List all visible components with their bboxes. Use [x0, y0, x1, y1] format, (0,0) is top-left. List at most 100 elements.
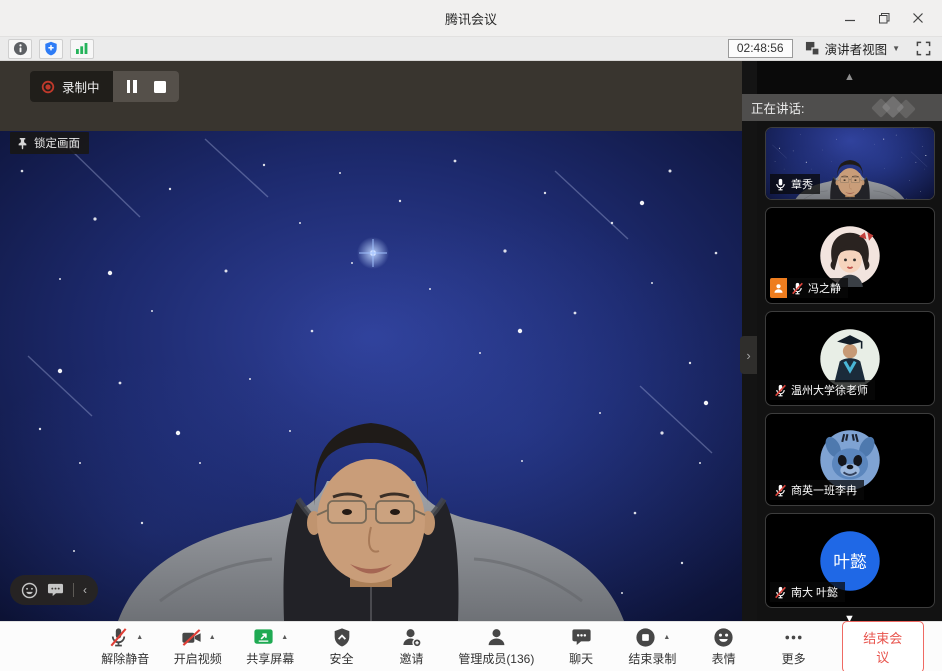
window-title: 腾讯会议: [0, 9, 942, 28]
recording-label: 录制中: [62, 77, 100, 96]
info-icon: [13, 41, 28, 56]
recording-status: 录制中: [30, 71, 113, 102]
pin-label-text: 锁定画面: [34, 135, 80, 151]
record-options-caret[interactable]: ▲: [663, 634, 670, 641]
topbar-left-icons: [8, 39, 94, 59]
pause-recording-button[interactable]: [121, 76, 143, 98]
invite-person-icon: [400, 626, 423, 649]
view-mode-label: 演讲者视图: [825, 39, 888, 58]
mic-muted-icon: [107, 626, 130, 649]
participant-label-row: 章秀: [770, 174, 820, 194]
manage-members-button[interactable]: 管理成员(136): [460, 626, 534, 667]
meeting-logo-watermark: [872, 98, 916, 118]
window-controls: [836, 6, 942, 30]
caption-chat-icon[interactable]: [47, 582, 64, 598]
raised-hand-badge-icon: [770, 278, 787, 298]
security-status-button[interactable]: [39, 39, 63, 59]
minimize-button[interactable]: [836, 6, 864, 30]
close-button[interactable]: [904, 6, 932, 30]
unmute-button[interactable]: ▲ 解除静音: [102, 626, 149, 667]
speaking-now-label: 正在讲话:: [751, 98, 804, 117]
security-shield-icon: [331, 626, 353, 649]
speaking-now-bar: 正在讲话:: [742, 94, 942, 121]
pause-icon: [127, 80, 137, 93]
meeting-timer: 02:48:56: [728, 39, 793, 58]
participant-label-row: 温州大学徐老师: [770, 380, 875, 400]
more-button[interactable]: 更多: [772, 626, 816, 667]
meeting-content: 录制中 锁定画面: [0, 61, 942, 621]
security-button[interactable]: 安全: [320, 626, 364, 667]
avatar-initials-text: 叶懿: [833, 552, 867, 571]
meeting-topbar: 02:48:56 演讲者视图 ▼: [0, 37, 942, 61]
caret-down-icon: ▼: [892, 44, 900, 53]
participant-label-row: 冯之静: [770, 278, 848, 298]
stop-recording-button[interactable]: [149, 76, 171, 98]
video-options-caret[interactable]: ▲: [209, 634, 216, 641]
view-mode-selector[interactable]: 演讲者视图 ▼: [805, 39, 900, 58]
video-overlay-controls: ‹: [10, 575, 98, 605]
fullscreen-icon: [916, 41, 931, 56]
mic-muted-icon: [791, 282, 804, 295]
mic-on-icon: [774, 178, 787, 191]
collapse-overlay-chevron[interactable]: ‹: [83, 584, 87, 596]
titlebar: 腾讯会议: [0, 0, 942, 37]
chat-bubble-icon: [570, 626, 593, 649]
mic-muted-icon: [774, 586, 787, 599]
speaker-view-icon: [805, 41, 820, 56]
record-dot-icon: [41, 80, 55, 94]
participant-tile-yeyi[interactable]: 叶懿 南大 叶懿: [765, 513, 935, 608]
participant-tile-teacher-xu[interactable]: 温州大学徐老师: [765, 311, 935, 406]
sidebar-collapse-handle[interactable]: ›: [740, 336, 757, 374]
participant-label-row: 商英一班李冉: [770, 480, 864, 500]
stop-icon: [154, 81, 166, 93]
share-screen-button[interactable]: ▲ 共享屏幕: [247, 626, 294, 667]
recording-controls: [113, 71, 179, 102]
mic-muted-icon: [774, 384, 787, 397]
end-meeting-button[interactable]: 结束会议: [842, 621, 924, 671]
shield-plus-icon: [44, 41, 58, 56]
recording-indicator: 录制中: [30, 71, 179, 102]
start-video-button[interactable]: ▲ 开启视频: [175, 626, 222, 667]
overlay-divider: [73, 583, 74, 597]
network-signal-button[interactable]: [70, 39, 94, 59]
tencent-meeting-window: 腾讯会议: [0, 0, 942, 671]
members-icon: [485, 626, 508, 649]
participant-label-row: 南大 叶懿: [770, 582, 845, 602]
stop-record-icon: [634, 626, 657, 649]
chat-button[interactable]: 聊天: [559, 626, 603, 667]
close-icon: [912, 12, 924, 24]
emoji-button[interactable]: 表情: [702, 626, 746, 667]
participants-sidebar: ▲ 正在讲话: 章秀: [757, 61, 942, 621]
emoji-face-icon: [712, 626, 735, 649]
main-stage: 录制中 锁定画面: [0, 61, 757, 621]
pin-icon: [17, 137, 28, 150]
end-recording-button[interactable]: ▲ 结束录制: [629, 626, 676, 667]
participant-tile-liran[interactable]: 商英一班李冉: [765, 413, 935, 506]
participant-name: 章秀: [791, 176, 813, 192]
participant-name: 商英一班李冉: [791, 482, 857, 498]
participant-tiles: 章秀: [757, 121, 942, 608]
pin-view-toggle[interactable]: 锁定画面: [10, 132, 89, 154]
mic-options-caret[interactable]: ▲: [136, 634, 143, 641]
participant-name: 南大 叶懿: [791, 584, 838, 600]
minimize-icon: [844, 12, 856, 24]
mic-muted-icon: [774, 484, 787, 497]
signal-bars-icon: [75, 42, 89, 55]
scroll-up-arrow[interactable]: ▲: [844, 72, 855, 83]
invite-button[interactable]: 邀请: [390, 626, 434, 667]
fullscreen-button[interactable]: [912, 40, 934, 58]
participant-tile-zhangxiu[interactable]: 章秀: [765, 127, 935, 200]
participant-tile-fengzhijing[interactable]: 冯之静: [765, 207, 935, 304]
topbar-right: 02:48:56 演讲者视图 ▼: [728, 39, 934, 58]
meeting-info-button[interactable]: [8, 39, 32, 59]
share-screen-icon: [252, 626, 275, 649]
share-options-caret[interactable]: ▲: [281, 634, 288, 641]
participant-name: 冯之静: [808, 280, 841, 296]
camera-off-icon: [180, 626, 203, 649]
main-speaker-video[interactable]: [0, 131, 742, 621]
participant-name: 温州大学徐老师: [791, 382, 868, 398]
bottom-toolbar: ▲ 解除静音 ▲ 开启视频 ▲: [0, 621, 942, 671]
restore-button[interactable]: [870, 6, 898, 30]
restore-icon: [878, 12, 891, 25]
emoji-icon[interactable]: [21, 582, 38, 599]
